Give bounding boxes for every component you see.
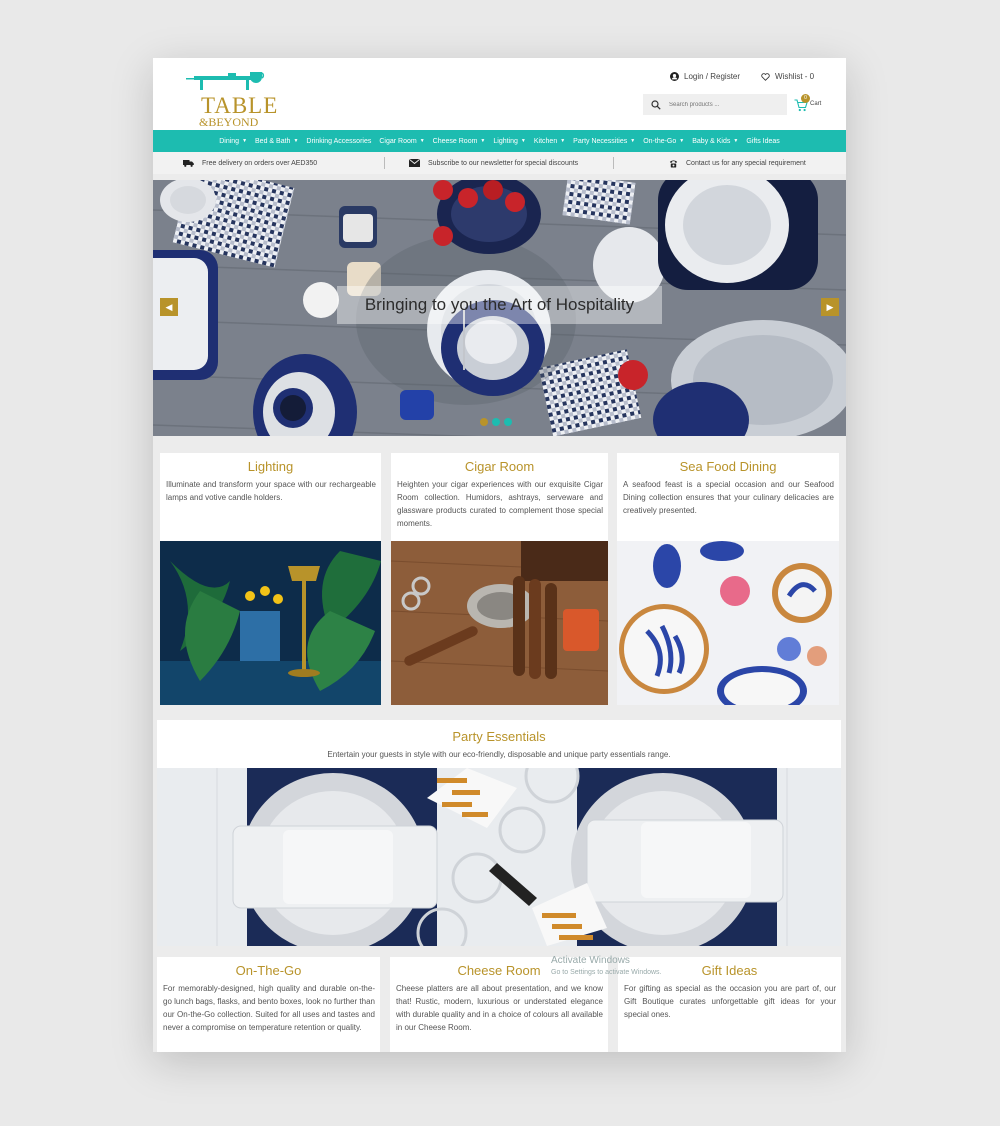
lighting-image [160,541,381,705]
slider-next-button[interactable]: ▶ [821,298,839,316]
nav-label: Lighting [493,137,518,145]
brand-logo[interactable]: TABLE &BEYOND [180,72,279,128]
nav-item-drinking-accessories[interactable]: Drinking Accessories [302,138,375,145]
hero-slider[interactable]: Bringing to you the Art of Hospitality ◀… [153,180,846,436]
login-label: Login / Register [684,72,741,81]
nav-label: On-the-Go [643,137,677,145]
card-description: For gifting as special as the occasion y… [624,984,836,1019]
caret-down-icon: ▼ [293,138,299,144]
nav-label: Gifts Ideas [746,137,780,145]
nav-label: Drinking Accessories [306,137,372,145]
site-header: TABLE &BEYOND Login / Register Wishlist … [153,58,846,130]
card-description: Cheese platters are all about presentati… [396,984,603,1032]
caret-down-icon: ▼ [630,138,636,144]
nav-label: Kitchen [533,137,558,145]
slider-dot-1[interactable] [480,418,488,426]
card-title: Cigar Room [464,459,535,474]
chevron-left-icon: ◀ [165,301,173,312]
website-mockup: TABLE &BEYOND Login / Register Wishlist … [153,58,846,1052]
nav-label: Cheese Room [432,137,478,145]
slider-dot-2[interactable] [492,418,500,426]
nav-item-kitchen[interactable]: Kitchen ▼ [530,138,569,145]
nav-label: Dining [219,137,240,145]
caret-down-icon: ▼ [242,138,248,144]
nav-item-on-the-go[interactable]: On-the-Go ▼ [639,138,688,145]
cigar-room-image [391,541,608,705]
card-title: On-The-Go [235,963,302,978]
newsletter-info[interactable]: Subscribe to our newsletter for special … [409,157,578,169]
caret-down-icon: ▼ [520,138,526,144]
nav-item-bed-bath[interactable]: Bed & Bath ▼ [251,138,302,145]
nav-label: Bed & Bath [255,137,291,145]
party-essentials-banner[interactable]: Party Essentials Entertain your guests i… [157,720,841,946]
activate-windows-subtitle: Go to Settings to activate Windows. [551,969,662,976]
nav-label: Baby & Kids [692,137,731,145]
card-description: For memorably-designed, high quality and… [163,984,375,1032]
card-description: A seafood feast is a special occasion an… [623,480,834,515]
delivery-info: Free delivery on orders over AED350 [183,157,317,169]
nav-item-lighting[interactable]: Lighting ▼ [489,138,529,145]
caret-down-icon: ▼ [560,138,566,144]
hero-caption: Bringing to you the Art of Hospitality [337,286,662,324]
search-icon[interactable] [651,99,661,110]
cart-label: Cart [810,101,822,107]
brand-subname: &BEYOND [199,115,259,129]
phone-icon [669,159,678,168]
nav-item-cigar-room[interactable]: Cigar Room ▼ [375,138,428,145]
slider-dot-3[interactable] [504,418,512,426]
wishlist-link[interactable]: Wishlist - 0 [761,72,814,81]
nav-label: Party Necessities [573,137,628,145]
nav-item-cheese-room[interactable]: Cheese Room ▼ [429,138,490,145]
nav-item-dining[interactable]: Dining ▼ [215,138,251,145]
slider-prev-button[interactable]: ◀ [160,298,178,316]
contact-text: Contact us for any special requirement [686,159,806,167]
card-title: Lighting [247,459,294,474]
caret-down-icon: ▼ [480,138,486,144]
cart-count-badge: 0 [801,94,810,103]
heart-icon [761,72,770,81]
divider [384,157,385,169]
delivery-text: Free delivery on orders over AED350 [202,159,318,167]
category-card-lighting[interactable]: Lighting Illuminate and transform your s… [160,453,381,705]
search-input[interactable] [669,101,769,108]
party-description: Entertain your guests in style with our … [327,750,671,759]
brand-name: TABLE [201,93,279,118]
user-icon [670,72,679,81]
nav-item-gifts-ideas[interactable]: Gifts Ideas [742,138,783,145]
chevron-right-icon: ▶ [826,301,834,312]
activate-windows-title: Activate Windows [551,955,630,966]
seafood-dining-image [617,541,839,705]
wishlist-label: Wishlist - 0 [775,72,815,81]
party-title: Party Essentials [452,729,546,744]
contact-info[interactable]: Contact us for any special requirement [669,157,806,169]
category-card-on-the-go[interactable]: On-The-Go For memorably-designed, high q… [157,957,380,1052]
caret-down-icon: ▼ [679,138,685,144]
nav-item-party-necessities[interactable]: Party Necessities ▼ [569,138,639,145]
main-navigation: Dining ▼ Bed & Bath ▼ Drinking Accessories… [153,130,846,152]
party-essentials-image [157,768,841,946]
cart-button[interactable]: 0 Cart [794,94,824,112]
nav-label: Cigar Room [379,137,417,145]
card-title: Sea Food Dining [679,459,777,474]
info-bar: Free delivery on orders over AED350 Subs… [153,152,846,174]
category-card-cigar-room[interactable]: Cigar Room Heighten your cigar experienc… [391,453,608,705]
login-link[interactable]: Login / Register [670,72,740,81]
search-box [643,94,787,115]
card-description: Heighten your cigar experiences with our… [397,480,603,528]
newsletter-text: Subscribe to our newsletter for special … [428,159,579,167]
nav-item-baby-kids[interactable]: Baby & Kids ▼ [688,138,742,145]
caret-down-icon: ▼ [733,138,739,144]
divider [613,157,614,169]
category-card-sea-food-dining[interactable]: Sea Food Dining A seafood feast is a spe… [617,453,839,705]
envelope-icon [409,159,420,167]
truck-icon [183,160,194,167]
slider-dots [480,418,512,426]
card-description: Illuminate and transform your space with… [166,480,376,502]
caret-down-icon: ▼ [419,138,425,144]
